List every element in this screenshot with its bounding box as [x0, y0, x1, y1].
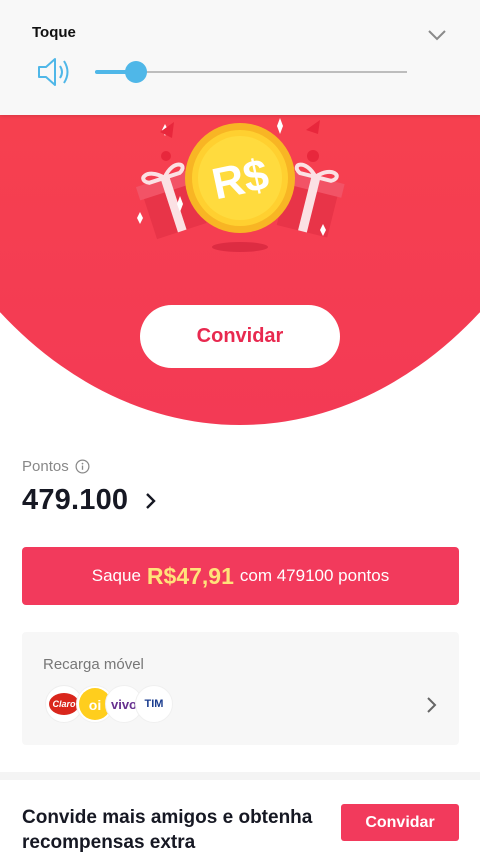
- withdraw-prefix: Saque: [91, 566, 141, 585]
- chevron-down-icon[interactable]: [424, 22, 450, 48]
- withdraw-amount: R$47,91: [146, 562, 234, 589]
- info-icon[interactable]: [75, 459, 90, 474]
- volume-slider-thumb[interactable]: [124, 61, 147, 83]
- chevron-right-icon: [427, 697, 437, 713]
- points-balance[interactable]: 479.100: [22, 484, 160, 517]
- points-label: Pontos: [22, 458, 69, 475]
- section-divider: [0, 772, 480, 780]
- chevron-right-icon: [146, 492, 156, 509]
- mobile-recharge-card[interactable]: Recarga móvel Claro oi vivo TIM: [22, 632, 459, 745]
- withdraw-button[interactable]: Saque R$47,91 com 479100 pontos: [22, 547, 459, 605]
- carrier-logos: Claro oi vivo TIM: [45, 685, 175, 725]
- volume-title: Toque: [32, 24, 76, 41]
- invite-rewards-page: R$ Convidar Toque Pontos 479.100 Saque R…: [0, 0, 480, 852]
- volume-panel: Toque: [0, 0, 480, 115]
- invite-more-text: Convide mais amigos e obtenha recompensa…: [22, 807, 313, 852]
- points-label-row: Pontos: [22, 458, 90, 475]
- speaker-icon: [38, 58, 69, 86]
- invite-button[interactable]: Convidar: [140, 305, 340, 368]
- withdraw-suffix: com 479100 pontos: [239, 566, 390, 585]
- tim-logo: TIM: [135, 685, 173, 723]
- recharge-title: Recarga móvel: [43, 656, 144, 673]
- coin-gift-illustration: R$: [135, 118, 345, 252]
- footer-invite-button[interactable]: Convidar: [341, 804, 459, 841]
- points-value: 479.100: [22, 484, 129, 516]
- volume-slider[interactable]: [95, 61, 407, 83]
